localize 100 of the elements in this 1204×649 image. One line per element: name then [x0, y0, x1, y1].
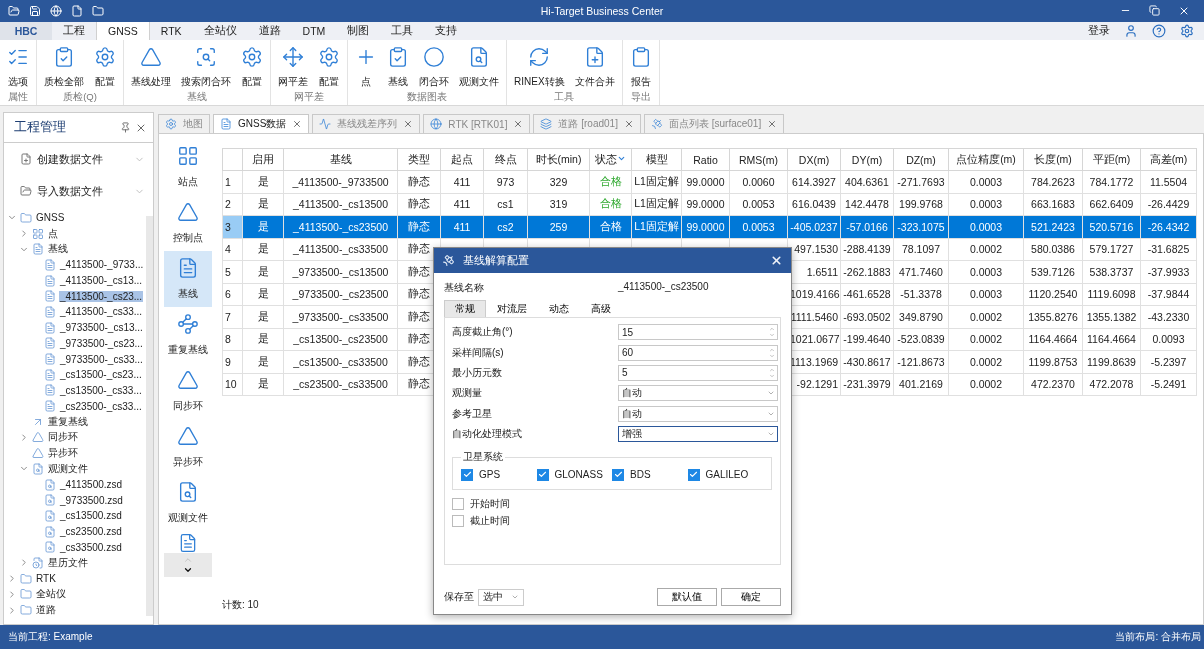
column-header[interactable]: 高差(m) — [1140, 148, 1197, 171]
panel-action[interactable]: 创建数据文件 — [4, 143, 153, 175]
menu-tab[interactable]: GNSS — [96, 22, 150, 40]
ribbon-button[interactable]: 选项 — [3, 40, 33, 91]
column-header[interactable]: DY(m) — [840, 148, 894, 171]
menu-tab[interactable]: 支持 — [424, 22, 469, 40]
open-folder-icon[interactable] — [8, 5, 20, 17]
menu-tab[interactable]: 道路 — [247, 22, 292, 40]
menu-tab[interactable]: 全站仪 — [192, 22, 248, 40]
expand-icon[interactable] — [7, 588, 17, 600]
dialog-tab[interactable]: 动态 — [538, 300, 580, 317]
tree-item[interactable]: _cs13500.zsd — [59, 510, 123, 522]
tree-item[interactable]: 异步环 — [47, 446, 79, 461]
expand-icon[interactable] — [19, 431, 29, 443]
tree-item[interactable]: 星历文件 — [47, 555, 89, 570]
save-icon[interactable] — [29, 5, 41, 17]
tree-item[interactable]: GNSS — [35, 212, 66, 224]
dropdown-field[interactable]: 选中 — [478, 588, 524, 606]
file-icon[interactable] — [71, 5, 83, 17]
tree-item[interactable]: _4113500-_cs13... — [59, 275, 144, 287]
dialog-tab[interactable]: 对流层 — [486, 300, 538, 317]
close-icon[interactable] — [513, 119, 524, 129]
panel-action[interactable]: 导入数据文件 — [4, 175, 153, 207]
close-icon[interactable] — [770, 254, 783, 267]
tree-item[interactable]: 基线 — [47, 242, 69, 257]
dialog-tab[interactable]: 常规 — [444, 300, 486, 317]
settings-icon[interactable] — [1180, 24, 1194, 38]
ribbon-button[interactable]: 搜索闭合环 — [177, 40, 235, 91]
ribbon-button[interactable]: 基线处理 — [127, 40, 175, 91]
column-header[interactable]: 状态 — [589, 148, 632, 171]
checkbox[interactable] — [536, 468, 549, 481]
tree-item[interactable]: _4113500.zsd — [59, 479, 124, 491]
scrollbar[interactable] — [146, 216, 153, 616]
column-header[interactable]: 模型 — [631, 148, 682, 171]
ribbon-button[interactable]: RINEX转换 — [510, 40, 569, 91]
tree-item[interactable]: RTK — [35, 573, 57, 585]
ribbon-button[interactable]: 配置 — [237, 40, 267, 91]
help-icon[interactable] — [1152, 24, 1166, 38]
folder-icon[interactable] — [92, 5, 104, 17]
column-header[interactable]: Ratio — [681, 148, 730, 171]
ribbon-button[interactable]: 文件合并 — [570, 40, 619, 91]
tree-item[interactable]: _9733500.zsd — [59, 494, 124, 506]
ribbon-button[interactable]: 闭合环 — [415, 40, 453, 91]
toolbar-button[interactable]: 基线 — [164, 251, 212, 307]
ribbon-button[interactable]: 点 — [351, 40, 381, 91]
tree-item[interactable]: _cs23500-_cs33... — [59, 400, 143, 412]
tree-item[interactable]: _cs13500-_cs23... — [59, 369, 143, 381]
ribbon-button[interactable]: 观测文件 — [455, 40, 503, 91]
tree-item[interactable]: 全站仪 — [35, 587, 67, 602]
checkbox[interactable] — [452, 497, 464, 510]
menu-tab[interactable]: HBC — [0, 22, 52, 40]
dialog-button[interactable]: 确定 — [721, 588, 781, 606]
tree-item[interactable]: 道路 — [35, 603, 57, 618]
dropdown-field[interactable]: 自动 — [618, 385, 778, 402]
tree-item[interactable]: 同步环 — [47, 430, 79, 445]
menu-tab[interactable]: 工具 — [380, 22, 425, 40]
number-field[interactable]: 15 — [618, 324, 778, 341]
tree-item[interactable]: _9733500-_cs23... — [59, 337, 144, 349]
expand-icon[interactable] — [19, 228, 29, 240]
login-link[interactable]: 登录 — [1088, 24, 1110, 38]
close-icon[interactable] — [623, 119, 634, 129]
checkbox[interactable] — [687, 468, 700, 481]
number-field[interactable]: 60 — [618, 344, 778, 361]
number-field[interactable]: 5 — [618, 364, 778, 381]
document-tab[interactable]: GNSS数据 — [213, 114, 310, 133]
column-header[interactable]: DX(m) — [787, 148, 841, 171]
tree-item[interactable]: 观测文件 — [47, 461, 89, 476]
tree-item[interactable]: _9733500-_cs33... — [59, 353, 144, 365]
ribbon-button[interactable]: 报告 — [625, 40, 656, 91]
close-icon[interactable] — [767, 119, 778, 129]
dropdown-field[interactable]: 自动 — [618, 405, 778, 422]
ribbon-button[interactable]: 配置 — [314, 40, 344, 91]
dialog-button[interactable]: 默认值 — [657, 588, 717, 606]
tree-item[interactable]: 点 — [47, 226, 59, 241]
expand-icon[interactable] — [7, 604, 17, 616]
close-icon[interactable] — [403, 119, 414, 129]
tree-item[interactable]: _cs13500-_cs33... — [59, 384, 143, 396]
tree-item[interactable]: _4113500-_9733... — [59, 259, 145, 271]
close-icon[interactable] — [292, 119, 303, 129]
column-header[interactable]: 启用 — [242, 148, 284, 171]
menu-tab[interactable]: RTK — [149, 22, 193, 40]
menu-tab[interactable]: 制图 — [336, 22, 381, 40]
tree-item[interactable]: _4113500-_cs23... — [59, 290, 144, 302]
column-header[interactable]: 平距(m) — [1082, 148, 1141, 171]
restore-icon[interactable] — [1149, 5, 1160, 16]
menu-tab[interactable]: 工程 — [52, 22, 96, 40]
column-header[interactable]: 基线 — [283, 148, 398, 171]
menu-tab[interactable]: DTM — [291, 22, 337, 40]
tree-item[interactable]: _cs33500.zsd — [59, 541, 123, 553]
column-header[interactable]: RMS(m) — [729, 148, 788, 171]
ribbon-button[interactable]: 配置 — [90, 40, 120, 91]
tree-item[interactable]: 重复基线 — [47, 414, 89, 429]
expand-icon[interactable] — [7, 573, 17, 585]
column-header[interactable]: 点位精度(m) — [948, 148, 1024, 171]
tree-item[interactable]: _cs23500.zsd — [59, 526, 123, 538]
expand-icon[interactable] — [19, 557, 29, 569]
pin-icon[interactable] — [120, 122, 131, 133]
column-header[interactable]: 时长(min) — [527, 148, 590, 171]
globe-icon[interactable] — [50, 5, 62, 17]
user-icon[interactable] — [1124, 24, 1138, 38]
